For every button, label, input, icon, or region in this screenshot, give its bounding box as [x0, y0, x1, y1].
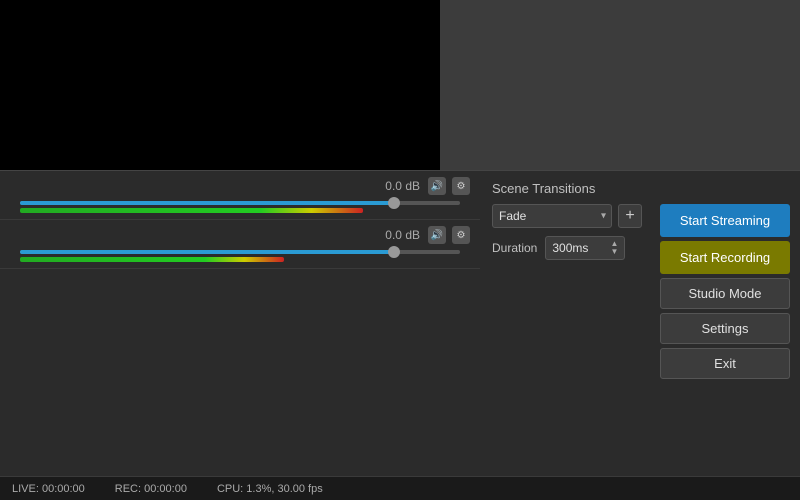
top-area [0, 0, 800, 170]
exit-button[interactable]: Exit [660, 348, 790, 379]
track2-db-label: 0.0 dB [385, 228, 420, 242]
mixer-track-1: 0.0 dB 🔊 ⚙ [0, 171, 480, 220]
settings-button[interactable]: Settings [660, 313, 790, 344]
track2-vol-thumb [388, 246, 400, 258]
spinner-down-icon[interactable]: ▼ [610, 248, 618, 256]
mixer-panel: 0.0 dB 🔊 ⚙ 0.0 dB 🔊 [0, 170, 480, 465]
scene-transitions-label: Scene Transitions [492, 181, 790, 196]
duration-row: Duration 300ms ▲ ▼ [492, 236, 652, 260]
track1-vu-meter [20, 208, 363, 213]
track1-icons: 🔊 ⚙ [428, 177, 470, 195]
duration-label: Duration [492, 241, 537, 255]
middle-area: 0.0 dB 🔊 ⚙ 0.0 dB 🔊 [0, 170, 800, 465]
track2-volume-slider[interactable] [20, 250, 460, 254]
spinner-arrows: ▲ ▼ [610, 240, 618, 256]
controls-right-inner: Fade Cut Swipe Slide Stinger Fade to Col… [492, 204, 790, 379]
cpu-status: CPU: 1.3%, 30.00 fps [217, 483, 323, 495]
track1-gear-icon[interactable]: ⚙ [452, 177, 470, 195]
transition-settings: Fade Cut Swipe Slide Stinger Fade to Col… [492, 204, 652, 379]
duration-value: 300ms [552, 241, 588, 255]
mixer-track-2: 0.0 dB 🔊 ⚙ [0, 220, 480, 269]
scene-preview [440, 0, 800, 170]
transition-row: Fade Cut Swipe Slide Stinger Fade to Col… [492, 204, 652, 228]
track2-vu-meter [20, 257, 284, 262]
start-recording-button[interactable]: Start Recording [660, 241, 790, 274]
track2-vol-fill [20, 250, 394, 254]
track2-gear-icon[interactable]: ⚙ [452, 226, 470, 244]
track2-icons: 🔊 ⚙ [428, 226, 470, 244]
add-transition-button[interactable]: + [618, 204, 642, 228]
status-bar: LIVE: 00:00:00 REC: 00:00:00 CPU: 1.3%, … [0, 476, 800, 500]
track2-speaker-icon[interactable]: 🔊 [428, 226, 446, 244]
live-status: LIVE: 00:00:00 [12, 483, 85, 495]
track1-db-label: 0.0 dB [385, 179, 420, 193]
studio-mode-button[interactable]: Studio Mode [660, 278, 790, 309]
main-preview [0, 0, 440, 170]
transition-select[interactable]: Fade Cut Swipe Slide Stinger Fade to Col… [492, 204, 612, 228]
track1-volume-slider[interactable] [20, 201, 460, 205]
track2-slider-wrapper [20, 250, 460, 262]
track1-vol-thumb [388, 197, 400, 209]
mixer-track-1-header: 0.0 dB 🔊 ⚙ [10, 177, 470, 195]
track1-speaker-icon[interactable]: 🔊 [428, 177, 446, 195]
transition-select-wrapper: Fade Cut Swipe Slide Stinger Fade to Col… [492, 204, 612, 228]
track1-slider-wrapper [20, 201, 460, 213]
duration-spinner: 300ms ▲ ▼ [545, 236, 625, 260]
mixer-track-2-header: 0.0 dB 🔊 ⚙ [10, 226, 470, 244]
controls-panel: Scene Transitions Fade Cut Swipe Slide S… [480, 170, 800, 465]
rec-status: REC: 00:00:00 [115, 483, 187, 495]
action-buttons: Start Streaming Start Recording Studio M… [660, 204, 790, 379]
track1-vol-fill [20, 201, 394, 205]
start-streaming-button[interactable]: Start Streaming [660, 204, 790, 237]
